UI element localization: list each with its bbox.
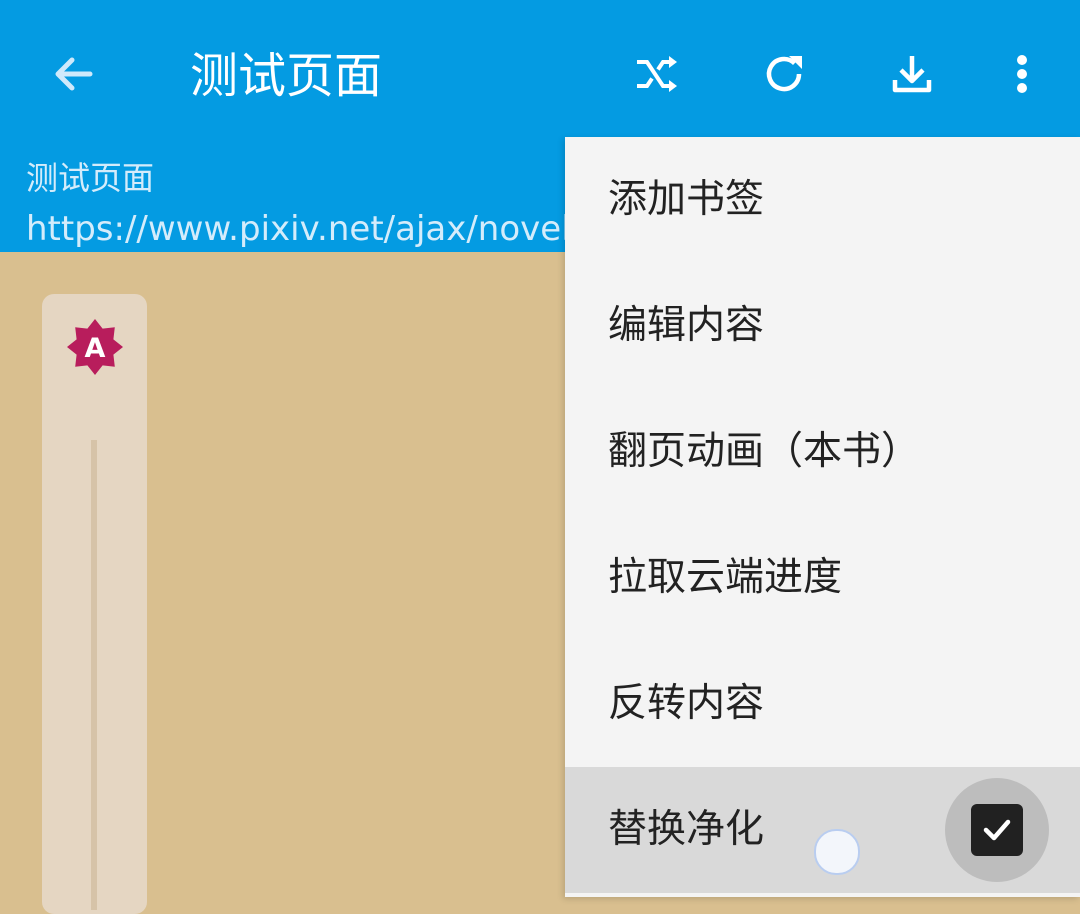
reader-side-panel: A (42, 294, 147, 914)
page-title: 测试页面 (190, 48, 383, 104)
badge-star-icon: A (67, 319, 123, 375)
menu-item-label: 编辑内容 (608, 303, 765, 348)
refresh-button[interactable] (748, 38, 820, 110)
download-button[interactable] (876, 38, 948, 110)
check-icon (983, 819, 1011, 841)
menu-item-page-animation[interactable]: 翻页动画（本书） (565, 389, 1080, 515)
back-button[interactable] (38, 38, 110, 110)
badge-letter: A (85, 333, 106, 364)
overflow-menu: 添加书签 编辑内容 翻页动画（本书） 拉取云端进度 反转内容 替换净化 (565, 137, 1080, 897)
chapter-url[interactable]: https://www.pixiv.net/ajax/novel/ (26, 208, 566, 250)
replace-purify-checkbox[interactable] (971, 804, 1023, 856)
chapter-title: 测试页面 (26, 159, 155, 197)
shuffle-icon (637, 56, 677, 92)
arrow-left-icon (55, 57, 93, 91)
more-vert-icon (1017, 55, 1027, 93)
refresh-icon (766, 56, 802, 92)
shuffle-button[interactable] (621, 38, 693, 110)
download-icon (892, 56, 932, 93)
menu-item-label: 翻页动画（本书） (608, 429, 921, 474)
source-badge[interactable]: A (64, 316, 126, 378)
menu-item-reverse-content[interactable]: 反转内容 (565, 641, 1080, 767)
brightness-track[interactable] (91, 440, 97, 910)
menu-item-pull-cloud-progress[interactable]: 拉取云端进度 (565, 515, 1080, 641)
menu-item-label: 反转内容 (608, 681, 765, 726)
menu-item-label: 替换净化 (608, 807, 765, 852)
menu-item-replace-purify[interactable]: 替换净化 (565, 767, 1080, 893)
menu-item-label: 拉取云端进度 (608, 555, 843, 600)
menu-item-label: 添加书签 (608, 177, 765, 222)
menu-item-edit-content[interactable]: 编辑内容 (565, 263, 1080, 389)
more-options-button[interactable] (986, 38, 1058, 110)
menu-item-add-bookmark[interactable]: 添加书签 (565, 137, 1080, 263)
touch-indicator (814, 829, 860, 875)
